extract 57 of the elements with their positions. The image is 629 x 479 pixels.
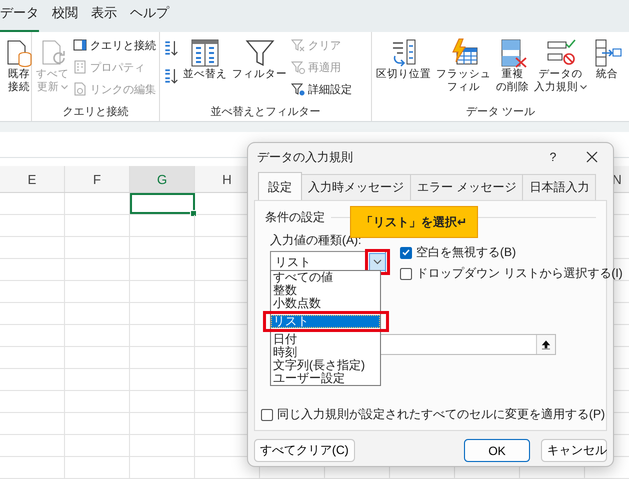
dialog-button[interactable]: すべてクリア(C) (254, 439, 355, 462)
column-header[interactable]: G (130, 166, 195, 192)
dialog-title: データの入力規則 (257, 148, 354, 166)
ribbon-button[interactable]: 区切り位置 (375, 36, 432, 83)
ribbon-button[interactable]: 統合 (591, 36, 623, 83)
dialog-tab[interactable]: 日本語入力 (522, 174, 596, 200)
upload-icon[interactable] (536, 335, 555, 354)
properties-icon (73, 60, 87, 74)
caret-icon (580, 85, 587, 90)
filter-clear-icon (291, 38, 305, 52)
dropdown-option[interactable]: リスト (271, 315, 380, 328)
help-button[interactable]: ? (535, 150, 571, 164)
sort-grid-icon (190, 38, 220, 68)
ribbon-button[interactable]: フラッシュ フィル (435, 36, 492, 96)
section-label: 条件の設定 (265, 209, 325, 226)
ribbon-button[interactable]: 詳細設定 (291, 80, 352, 98)
filter-reapply-icon (291, 60, 305, 74)
sort-descending-icon[interactable] (163, 68, 179, 84)
ribbon-tab[interactable]: ヘルプ (130, 4, 169, 32)
group-label: 並べ替えとフィルター (210, 105, 322, 119)
dialog-tab[interactable]: 設定 (258, 172, 302, 201)
ribbon-tab[interactable]: 校閲 (52, 4, 78, 32)
column-header[interactable]: E (0, 166, 65, 192)
filter-icon (244, 38, 274, 68)
group-label: データ ツール (464, 105, 536, 119)
dropdown-option[interactable]: すべての値 (271, 271, 380, 284)
filter-advanced-icon (291, 82, 305, 96)
checkbox-label: 同じ入力規則が設定されたすべてのセルに変更を適用する(P) (277, 406, 605, 423)
ribbon-button[interactable]: 並べ替え (182, 36, 228, 83)
checkbox[interactable] (400, 268, 412, 280)
ribbon-button[interactable]: クエリと接続 (73, 36, 156, 54)
checkbox[interactable] (400, 246, 412, 258)
sort-ascending-icon[interactable] (163, 40, 179, 56)
dropdown-option[interactable]: 時刻 (271, 346, 380, 359)
data-validation-icon (546, 38, 576, 68)
dropdown-option[interactable]: 整数 (271, 284, 380, 297)
active-cell[interactable] (130, 193, 195, 214)
callout-note: 「リスト」を選択↵ (350, 206, 478, 238)
dropdown-option[interactable]: 日付 (271, 333, 380, 346)
chevron-icon (373, 259, 382, 265)
query-panel-icon (73, 38, 87, 52)
group-label: クエリと接続 (62, 104, 130, 119)
dropdown-option[interactable]: 文字列(長さ指定) (271, 359, 380, 372)
dialog-button[interactable]: OK (464, 439, 530, 462)
ribbon-tab[interactable]: 表示 (91, 4, 117, 32)
dropdown-option[interactable]: ユーザー設定 (271, 372, 380, 385)
ribbon-button[interactable]: 重複 の削除 (495, 36, 530, 96)
caret-icon (61, 85, 68, 90)
dropdown-option[interactable]: 小数点数 (271, 297, 380, 310)
link-edit-icon (73, 82, 87, 96)
ribbon-button[interactable]: フィルター (231, 36, 288, 83)
checkbox[interactable] (261, 408, 273, 420)
checkbox-label: ドロップダウン リストから選択する(I) (416, 265, 623, 282)
checkbox-label: 空白を無視する(B) (416, 244, 516, 261)
dialog-button[interactable]: キャンセル (541, 439, 607, 462)
ribbon-button[interactable]: データの 入力規則 (533, 36, 588, 96)
ribbon-button[interactable]: 既存 接続 (3, 36, 35, 96)
